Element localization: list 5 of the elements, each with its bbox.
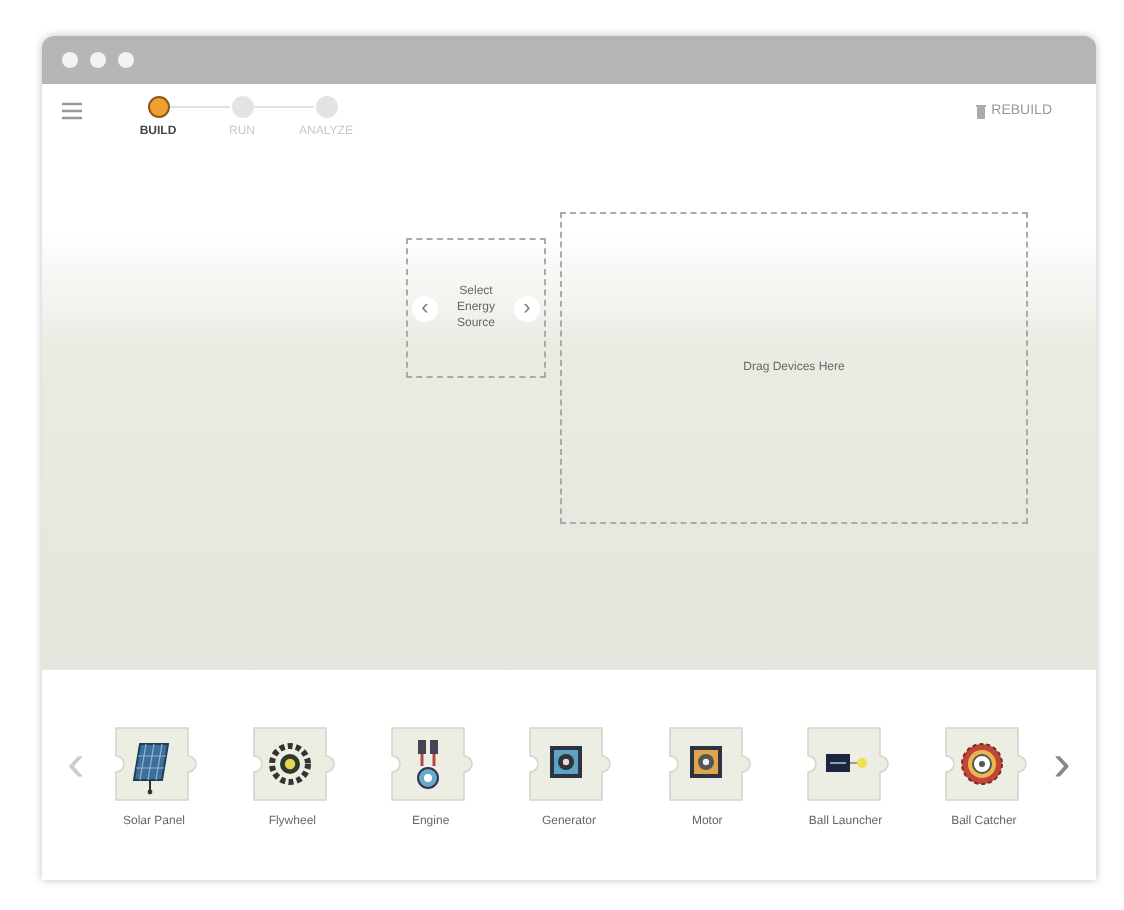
trash-icon <box>975 104 986 121</box>
previous-button[interactable]: ‹ <box>412 295 438 321</box>
menu-icon[interactable] <box>62 102 82 120</box>
next-button[interactable]: › <box>514 295 540 321</box>
next-button[interactable]: › <box>1048 736 1076 788</box>
